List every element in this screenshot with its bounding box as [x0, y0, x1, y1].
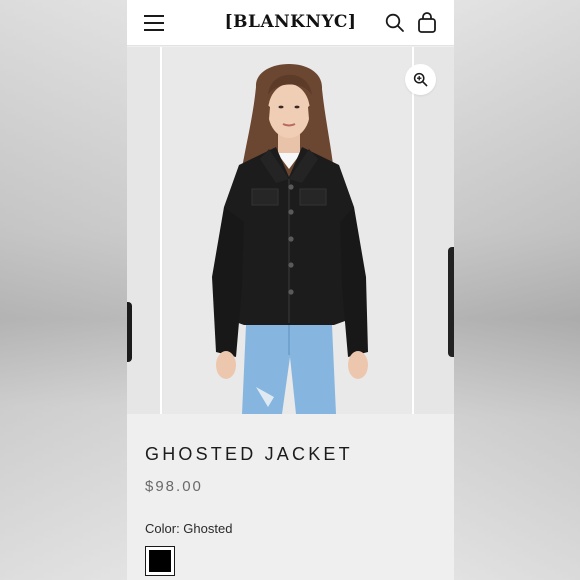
backdrop-left [0, 0, 127, 580]
shopping-bag-icon[interactable] [417, 12, 437, 33]
color-label: Color: Ghosted [145, 521, 233, 536]
color-swatch-ghosted[interactable] [145, 546, 175, 576]
swatch-color-fill [149, 550, 171, 572]
zoom-in-icon[interactable] [405, 64, 436, 95]
search-icon[interactable] [385, 13, 405, 33]
product-title: GHOSTED JACKET [145, 444, 353, 464]
gallery-slide-previous[interactable] [127, 47, 162, 414]
mobile-page: [BLANKNYC] GHOSTED JACKET $98.00 Color: … [127, 0, 454, 580]
gallery-slide-next[interactable] [412, 47, 454, 414]
product-gallery[interactable] [127, 47, 454, 414]
site-header: [BLANKNYC] [127, 0, 454, 46]
product-price: $98.00 [145, 478, 203, 495]
backdrop-right [454, 0, 580, 580]
product-photo[interactable] [164, 47, 410, 414]
